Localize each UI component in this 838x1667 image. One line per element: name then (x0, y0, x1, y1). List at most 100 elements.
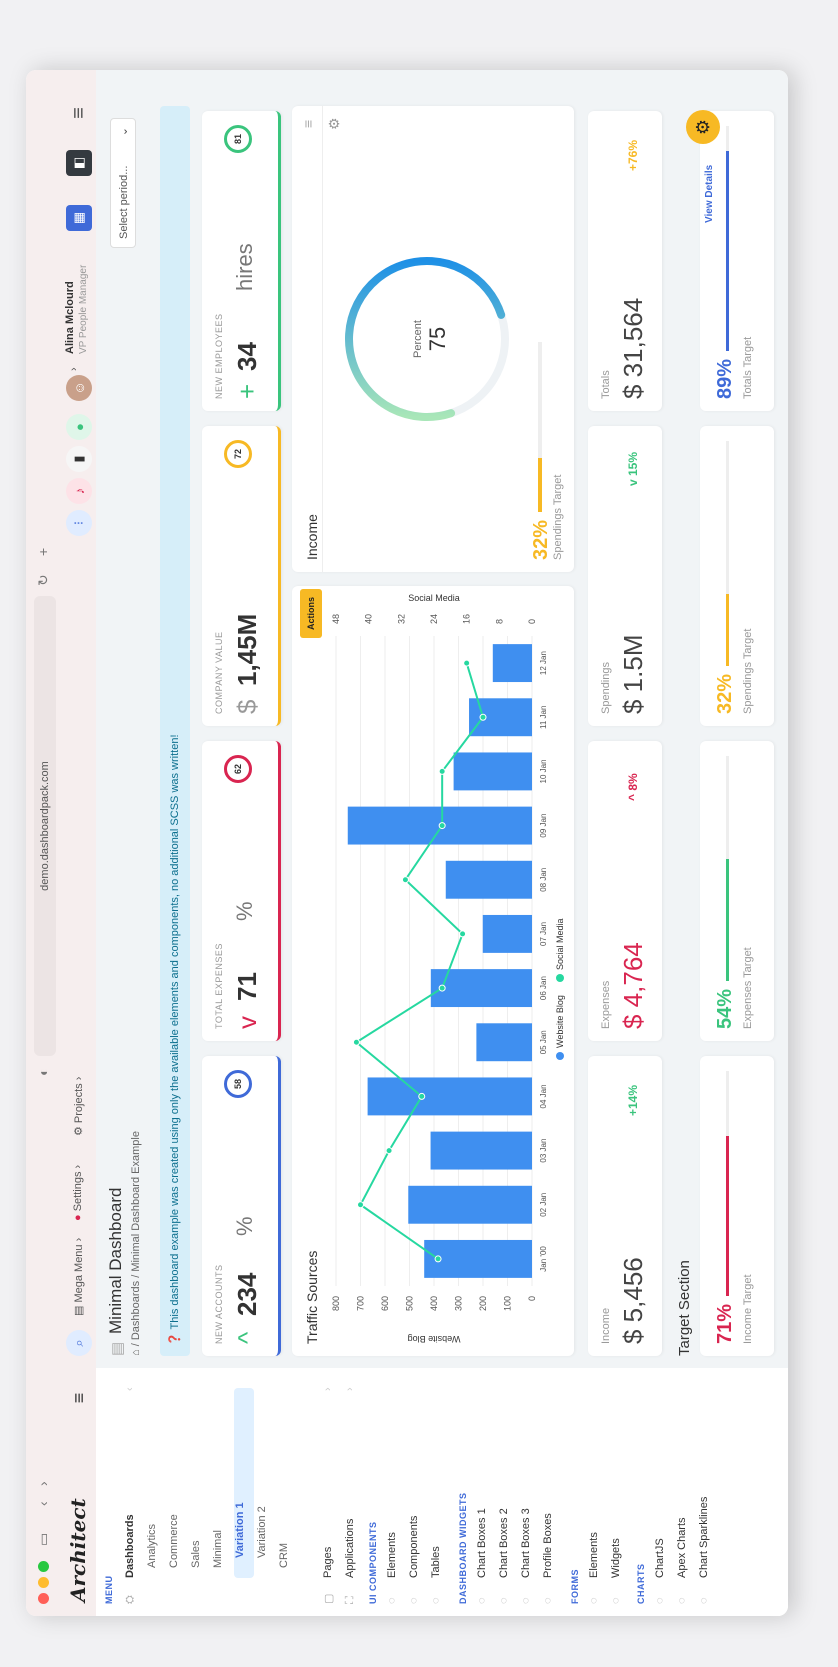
avatar[interactable]: ☺ (66, 375, 92, 401)
close-window-icon[interactable] (38, 1593, 49, 1604)
widget-item-icon: ◌ (542, 1597, 554, 1604)
stat-label: NEW EMPLOYEES (214, 313, 224, 399)
ui-item-0[interactable]: Elements (386, 1532, 398, 1578)
url-text: demo.dashboardpack.com (39, 761, 51, 891)
breadcrumb-dashboards[interactable]: Dashboards (130, 1281, 142, 1340)
target-pct: 89% (714, 358, 736, 399)
target-pct: 54% (714, 988, 736, 1029)
y-tick-right: 16 (462, 614, 472, 624)
sidebar-item-6[interactable]: CRM (278, 1543, 290, 1568)
sidebar-item-1[interactable]: Commerce (168, 1514, 180, 1568)
mega-menu-link[interactable]: ▤ Mega Menu › (72, 1238, 85, 1316)
target-track (726, 441, 729, 666)
sidebar-toggle-icon[interactable]: ▭ (35, 1533, 52, 1546)
summary-label: Totals (600, 370, 612, 399)
user-chevron-icon[interactable]: › (68, 367, 80, 371)
projects-link[interactable]: ⚙ Projects › (72, 1077, 85, 1136)
info-icon: ❓ (169, 1332, 181, 1346)
chevron-icon: › (344, 1387, 356, 1391)
form-item-0[interactable]: Elements (588, 1532, 600, 1578)
main-content: ▤ Minimal Dashboard ⌂ / Dashboards / Min… (96, 70, 788, 1368)
gear-icon[interactable]: ⚙ (326, 117, 343, 130)
x-tick: 09 Jan (539, 814, 548, 838)
stat-ring: 81 (224, 125, 252, 153)
y-axis-right-title: Social Media (408, 593, 460, 603)
summary-card: Expenses $ 4,764 ^ 8% (588, 741, 662, 1041)
address-bar[interactable]: demo.dashboardpack.com (34, 596, 56, 1056)
widget-item-0[interactable]: Chart Boxes 1 (476, 1508, 488, 1578)
bell-icon[interactable]: ♪ (66, 478, 92, 504)
point-social-media (438, 984, 446, 992)
chevron-icon: › (322, 1387, 334, 1391)
ui-item-1[interactable]: Components (408, 1516, 420, 1578)
new-tab-icon[interactable]: + (35, 548, 51, 556)
target-label: Income Target (742, 1274, 754, 1344)
settings-label: Settings (72, 1171, 84, 1212)
menu-heading: MENU (104, 1575, 114, 1605)
search-icon[interactable]: ⌕ (66, 1330, 92, 1356)
maximize-window-icon[interactable] (38, 1561, 49, 1572)
toggle-icon[interactable]: ◧ (66, 150, 92, 176)
menu-icon[interactable]: ≡ (300, 120, 316, 128)
bar-website-blog (482, 914, 533, 953)
sidebar-item-2[interactable]: Sales (190, 1540, 202, 1568)
x-tick: 03 Jan (539, 1139, 548, 1163)
page-icon: ▤ (109, 1341, 126, 1356)
point-social-media (463, 659, 471, 667)
target-card: 32% Spendings Target (700, 426, 774, 726)
stat-value: 1,45M (232, 613, 262, 686)
sidebar-item-dashboards[interactable]: Dashboards (124, 1514, 136, 1578)
bar-website-blog (367, 1077, 533, 1116)
chart-item-2[interactable]: Chart Sparklines (698, 1497, 710, 1578)
sidebar-item-applications[interactable]: Applications (344, 1519, 356, 1578)
income-spend-fill (538, 457, 542, 512)
sidebar-item-4[interactable]: Variation 1 (234, 1502, 246, 1558)
stat-ring: 58 (224, 1070, 252, 1098)
chat-icon[interactable]: ● (66, 414, 92, 440)
select-period-dropdown[interactable]: Select period... ⌄ (110, 118, 136, 248)
target-label: Expenses Target (742, 947, 754, 1029)
settings-fab-icon[interactable]: ⚙ (686, 110, 720, 144)
widget-item-icon: ◌ (498, 1597, 510, 1604)
grid-apps-icon[interactable]: ⁝ (66, 510, 92, 536)
income-gauge: Percent 75 (345, 257, 509, 421)
widget-item-3[interactable]: Profile Boxes (542, 1513, 554, 1578)
forward-icon[interactable]: › (35, 1481, 51, 1486)
summary-value: $ 4,764 (618, 942, 648, 1029)
target-track (726, 1071, 729, 1296)
home-icon[interactable]: ⌂ (130, 1349, 142, 1356)
hamburger-icon[interactable]: ≡ (66, 1385, 92, 1411)
form-item-icon: ◌ (610, 1597, 622, 1604)
ui-components-heading: UI COMPONENTS (368, 1521, 378, 1604)
sidebar-item-pages[interactable]: Pages (322, 1547, 334, 1578)
form-item-1[interactable]: Widgets (610, 1538, 622, 1578)
calendar-icon[interactable]: ▦ (66, 205, 92, 231)
sidebar-item-5[interactable]: Variation 2 (256, 1506, 268, 1558)
point-social-media (401, 876, 409, 884)
minimize-window-icon[interactable] (38, 1577, 49, 1588)
ui-item-2[interactable]: Tables (430, 1546, 442, 1578)
widget-item-2[interactable]: Chart Boxes 3 (520, 1508, 532, 1578)
back-icon[interactable]: ‹ (35, 1501, 51, 1506)
income-spend-label: Spendings Target (552, 474, 564, 560)
menu-dots-icon[interactable]: ≡ (66, 100, 92, 126)
chart-item-0[interactable]: ChartJS (654, 1538, 666, 1578)
legend-dot-social (556, 974, 564, 982)
page-title: Minimal Dashboard (106, 1187, 125, 1334)
settings-link[interactable]: ● Settings › (72, 1165, 84, 1221)
traffic-sources-card: Traffic Sources Actions 0 100 200 300 400 500… (292, 586, 574, 1356)
view-details-link[interactable]: View Details (704, 165, 715, 223)
point-social-media (434, 1255, 442, 1263)
summary-label: Income (600, 1307, 612, 1344)
y-axis-left-title: Website Blog (408, 1334, 461, 1344)
widget-item-1[interactable]: Chart Boxes 2 (498, 1508, 510, 1578)
reload-icon[interactable]: ↻ (35, 574, 52, 586)
sidebar-item-0[interactable]: Analytics (146, 1524, 158, 1568)
target-fill (726, 150, 729, 351)
mega-menu-label: Mega Menu (73, 1244, 85, 1303)
target-section-title: Target Section (676, 1260, 693, 1356)
chart-item-1[interactable]: Apex Charts (676, 1517, 688, 1578)
flag-icon[interactable]: ▮ (66, 446, 92, 472)
sidebar-item-3[interactable]: Minimal (212, 1530, 224, 1568)
widget-item-icon: ◌ (476, 1597, 488, 1604)
